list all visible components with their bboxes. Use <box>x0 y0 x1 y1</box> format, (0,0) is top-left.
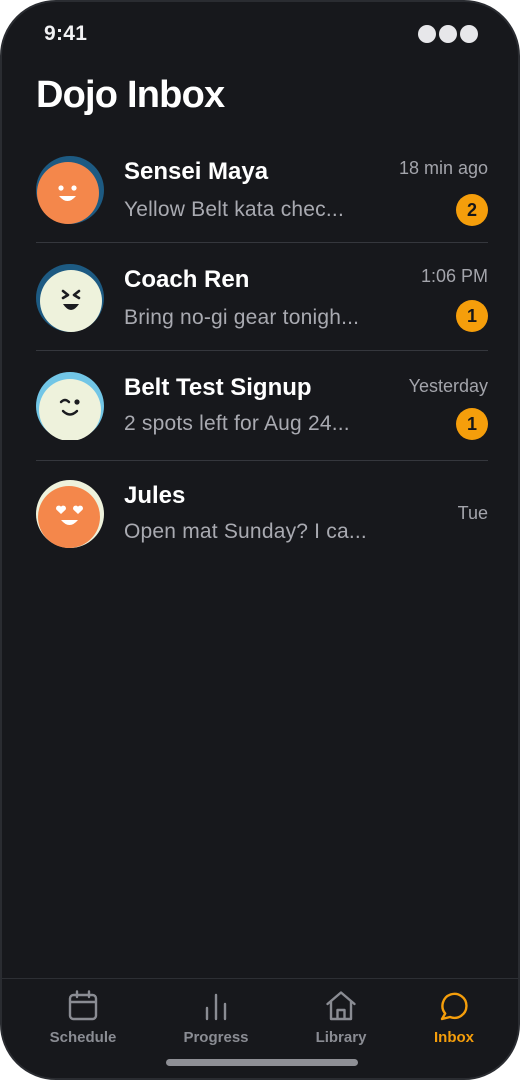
phone-frame: 9:41 Dojo Inbox Sensei Maya Yellow Belt … <box>0 0 520 1080</box>
conversation-time: Tue <box>457 503 488 523</box>
status-dot <box>439 25 457 43</box>
conversation-name: Jules <box>124 482 186 509</box>
unread-badge: 1 <box>456 408 488 440</box>
conversation-item-belt-test-signup[interactable]: Belt Test Signup 2 spots left for Aug 24… <box>36 372 488 458</box>
tab-schedule[interactable]: Schedule <box>28 989 138 1046</box>
list-divider <box>36 460 488 461</box>
conversation-time: 1:06 PM <box>420 266 488 286</box>
calendar-icon <box>68 990 98 1021</box>
conversation-item-jules[interactable]: Jules Open mat Sunday? I ca... Tue <box>36 480 488 548</box>
tab-label: Progress <box>183 1029 249 1046</box>
tab-label: Inbox <box>434 1029 474 1046</box>
tab-library[interactable]: Library <box>286 989 396 1046</box>
conversation-preview: Bring no-gi gear tonigh... <box>124 306 360 329</box>
conversation-name: Belt Test Signup <box>124 374 312 401</box>
conversation-name: Coach Ren <box>124 266 250 293</box>
winking-face-icon <box>36 372 104 440</box>
tab-inbox[interactable]: Inbox <box>399 989 509 1046</box>
list-divider <box>36 350 488 351</box>
conversation-preview: 2 spots left for Aug 24... <box>124 412 350 435</box>
status-time: 9:41 <box>44 22 88 45</box>
conversation-time: Yesterday <box>408 376 488 396</box>
conversation-time: 18 min ago <box>398 158 488 178</box>
chat-bubble-icon <box>440 992 468 1021</box>
list-divider <box>36 242 488 243</box>
status-indicators <box>418 25 478 43</box>
unread-badge: 2 <box>456 194 488 226</box>
tab-progress[interactable]: Progress <box>161 989 271 1046</box>
conversation-name: Sensei Maya <box>124 158 269 185</box>
status-dot <box>460 25 478 43</box>
heart-eyes-face-icon <box>36 480 104 548</box>
conversation-preview: Yellow Belt kata chec... <box>124 198 344 221</box>
conversation-preview: Open mat Sunday? I ca... <box>124 520 367 543</box>
conversation-item-coach-ren[interactable]: Coach Ren Bring no-gi gear tonigh... 1:0… <box>36 264 488 350</box>
unread-badge: 1 <box>456 300 488 332</box>
home-icon <box>326 991 356 1021</box>
tab-label: Schedule <box>49 1029 117 1046</box>
conversation-item-sensei-maya[interactable]: Sensei Maya Yellow Belt kata chec... 18 … <box>36 156 488 242</box>
tab-label: Library <box>315 1029 367 1046</box>
page-title: Dojo Inbox <box>36 74 225 116</box>
laughing-face-icon <box>36 264 104 332</box>
smiling-face-icon <box>36 156 104 224</box>
home-indicator[interactable] <box>166 1059 358 1066</box>
status-dot <box>418 25 436 43</box>
bar-chart-icon <box>205 993 227 1021</box>
